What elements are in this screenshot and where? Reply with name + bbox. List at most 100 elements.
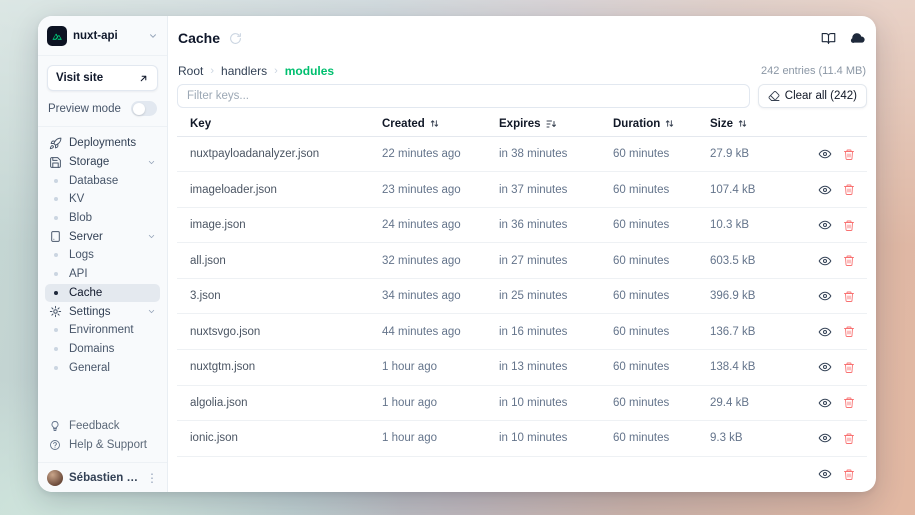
cell-duration: 60 minutes — [613, 432, 710, 444]
sidebar-item-kv[interactable]: KV — [45, 190, 160, 209]
cell-created: 24 minutes ago — [382, 219, 499, 231]
nuxt-logo-icon — [47, 26, 67, 46]
bullet-icon — [49, 197, 62, 201]
sidebar-item-settings[interactable]: Settings — [45, 302, 160, 321]
project-name: nuxt-api — [73, 30, 118, 42]
chevron-down-icon — [147, 158, 156, 167]
delete-entry-button[interactable] — [843, 254, 855, 267]
kebab-menu-icon[interactable]: ⋮ — [146, 472, 158, 484]
user-name: Sébastien Cho... — [69, 472, 140, 484]
sidebar-item-general[interactable]: General — [45, 358, 160, 377]
lightbulb-icon — [49, 420, 62, 432]
delete-entry-button[interactable] — [843, 219, 855, 232]
breadcrumb-separator: › — [274, 65, 278, 77]
delete-entry-button[interactable] — [843, 432, 855, 445]
column-header-size: Size — [710, 118, 807, 130]
sidebar-item-label: Environment — [69, 324, 134, 336]
breadcrumb-item-root[interactable]: Root — [178, 64, 203, 78]
view-entry-button[interactable] — [818, 183, 832, 197]
view-entry-button[interactable] — [818, 147, 832, 161]
delete-entry-button[interactable] — [843, 396, 855, 409]
refresh-icon[interactable] — [229, 32, 242, 45]
sidebar-item-deployments[interactable]: Deployments — [45, 134, 160, 153]
sidebar-nav: Deployments Storage Database KV — [38, 127, 167, 384]
sidebar-item-label: Storage — [69, 156, 109, 168]
chevron-down-icon — [148, 31, 158, 41]
sort-descending-icon[interactable] — [545, 118, 557, 130]
sidebar-item-help-support[interactable]: Help & Support — [45, 435, 160, 454]
cell-size: 10.3 kB — [710, 219, 807, 231]
table-row-partial — [177, 457, 867, 492]
table-row: imageloader.json 23 minutes ago in 37 mi… — [177, 172, 867, 208]
sidebar-item-environment[interactable]: Environment — [45, 321, 160, 340]
cell-duration: 60 minutes — [613, 290, 710, 302]
filter-keys-input[interactable] — [177, 84, 750, 108]
cell-key: nuxtgtm.json — [177, 361, 382, 373]
sidebar-item-label: Help & Support — [69, 439, 147, 451]
cell-created: 1 hour ago — [382, 397, 499, 409]
sidebar-item-domains[interactable]: Domains — [45, 340, 160, 359]
sidebar: nuxt-api Visit site Preview mode — [38, 16, 168, 492]
visit-site-button[interactable]: Visit site — [47, 65, 158, 91]
column-header-duration: Duration — [613, 118, 710, 130]
delete-entry-button[interactable] — [843, 468, 855, 481]
sidebar-item-logs[interactable]: Logs — [45, 246, 160, 265]
table-row: all.json 32 minutes ago in 27 minutes 60… — [177, 243, 867, 279]
bullet-icon — [49, 272, 62, 276]
cell-duration: 60 minutes — [613, 361, 710, 373]
sidebar-item-label: KV — [69, 193, 84, 205]
arrows-up-down-icon[interactable] — [429, 118, 440, 129]
cell-key: 3.json — [177, 290, 382, 302]
view-entry-button[interactable] — [818, 396, 832, 410]
sidebar-item-label: API — [69, 268, 88, 280]
book-open-icon[interactable] — [821, 31, 836, 46]
sidebar-item-cache[interactable]: Cache — [45, 284, 160, 303]
delete-entry-button[interactable] — [843, 361, 855, 374]
arrows-up-down-icon[interactable] — [737, 118, 748, 129]
cell-size: 396.9 kB — [710, 290, 807, 302]
sidebar-item-label: Logs — [69, 249, 94, 261]
sidebar-footer: Feedback Help & Support — [38, 411, 167, 462]
project-switcher[interactable]: nuxt-api — [38, 16, 167, 56]
sidebar-item-feedback[interactable]: Feedback — [45, 417, 160, 436]
arrows-up-down-icon[interactable] — [664, 118, 675, 129]
sidebar-item-api[interactable]: API — [45, 265, 160, 284]
rocket-icon — [49, 137, 62, 150]
sidebar-item-blob[interactable]: Blob — [45, 209, 160, 228]
main-panel: Cache Root › handlers › modules 242 entr… — [168, 16, 876, 492]
delete-entry-button[interactable] — [843, 183, 855, 196]
view-entry-button[interactable] — [818, 360, 832, 374]
column-header-key: Key — [177, 118, 382, 130]
bullet-icon — [49, 291, 62, 295]
view-entry-button[interactable] — [818, 254, 832, 268]
sidebar-item-database[interactable]: Database — [45, 171, 160, 190]
table-row: nuxtpayloadanalyzer.json 22 minutes ago … — [177, 137, 867, 173]
breadcrumb-item-handlers[interactable]: handlers — [221, 64, 267, 78]
sidebar-item-storage[interactable]: Storage — [45, 153, 160, 172]
view-entry-button[interactable] — [818, 325, 832, 339]
preview-mode-toggle[interactable] — [131, 101, 157, 116]
breadcrumb: Root › handlers › modules 242 entries (1… — [177, 63, 867, 78]
avatar — [47, 470, 63, 486]
view-entry-button[interactable] — [818, 431, 832, 445]
cell-key: all.json — [177, 255, 382, 267]
delete-entry-button[interactable] — [843, 148, 855, 161]
delete-entry-button[interactable] — [843, 290, 855, 303]
sidebar-item-label: Database — [69, 175, 118, 187]
delete-entry-button[interactable] — [843, 325, 855, 338]
breadcrumb-item-modules[interactable]: modules — [285, 64, 334, 78]
cell-duration: 60 minutes — [613, 184, 710, 196]
cloud-icon[interactable] — [850, 30, 866, 46]
view-entry-button[interactable] — [818, 289, 832, 303]
view-entry-button[interactable] — [818, 218, 832, 232]
user-menu[interactable]: Sébastien Cho... ⋮ — [38, 462, 167, 492]
cell-size: 29.4 kB — [710, 397, 807, 409]
header-icons — [821, 30, 866, 46]
clear-all-button[interactable]: Clear all (242) — [758, 84, 867, 108]
view-entry-button[interactable] — [818, 467, 832, 481]
cell-created: 22 minutes ago — [382, 148, 499, 160]
column-header-expires: Expires — [499, 118, 613, 130]
cell-key: ionic.json — [177, 432, 382, 444]
page-title: Cache — [178, 30, 220, 46]
sidebar-item-server[interactable]: Server — [45, 227, 160, 246]
